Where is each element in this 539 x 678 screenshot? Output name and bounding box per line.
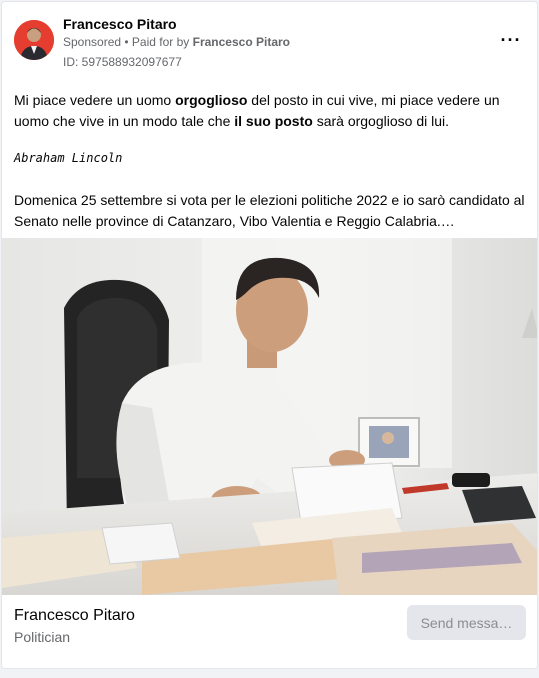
send-message-button[interactable]: Send messa… — [407, 605, 526, 640]
page-name-link[interactable]: Francesco Pitaro — [63, 16, 177, 32]
sponsored-label: Sponsored — [63, 35, 122, 49]
message-text: sarà orgoglioso di lui. — [312, 113, 449, 129]
message-bold-text: orgoglioso — [175, 92, 248, 108]
quote-author: Abraham Lincoln — [14, 151, 123, 165]
paid-for-prefix: • Paid for by — [121, 35, 193, 49]
ad-header: Francesco Pitaro Sponsored • Paid for by… — [2, 2, 537, 82]
ad-id: ID: 597588932097677 — [63, 55, 182, 69]
ad-message-2: Domenica 25 settembre si vota per le ele… — [14, 192, 525, 229]
message-text: Mi piace vedere un uomo — [14, 92, 176, 108]
sponsored-line: Sponsored • Paid for by Francesco Pitaro — [63, 35, 290, 49]
page-avatar[interactable] — [14, 20, 54, 60]
message-bold-text: il suo posto — [234, 113, 313, 129]
ad-card: Francesco Pitaro Sponsored • Paid for by… — [1, 1, 538, 669]
ad-photo[interactable] — [2, 238, 537, 595]
paid-for-name[interactable]: Francesco Pitaro — [193, 35, 290, 49]
more-options-icon[interactable]: ··· — [499, 30, 523, 50]
footer-page-name[interactable]: Francesco Pitaro — [14, 607, 135, 625]
ad-footer: Francesco Pitaro Politician Send messa… — [2, 595, 537, 668]
footer-page-category: Politician — [14, 629, 71, 645]
ad-message: Mi piace vedere un uomo orgoglioso del p… — [14, 90, 529, 132]
